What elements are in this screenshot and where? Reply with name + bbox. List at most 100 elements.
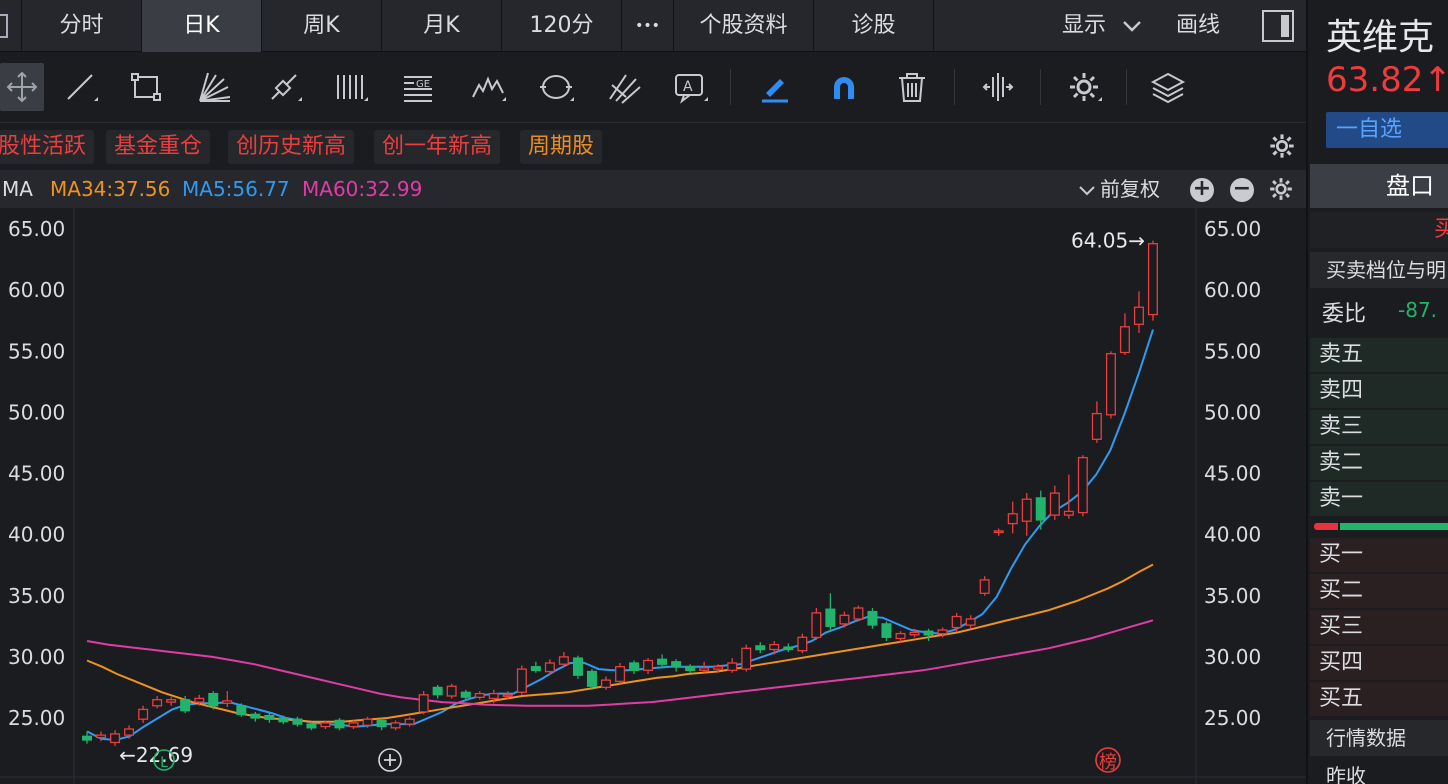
- tab-daily-k[interactable]: 日K: [142, 0, 262, 52]
- parallel-lines-icon[interactable]: [328, 63, 372, 111]
- indicator-settings-icon[interactable]: [1268, 176, 1294, 202]
- line-tool-icon[interactable]: [58, 63, 102, 111]
- buy-level-4[interactable]: 买四: [1310, 646, 1448, 680]
- sell-level-2[interactable]: 卖二: [1310, 446, 1448, 480]
- tab-120-minute[interactable]: 120分: [502, 0, 622, 52]
- candle: [586, 669, 597, 690]
- candle-body-up: [979, 579, 990, 594]
- tag-settings-icon[interactable]: [1268, 132, 1296, 160]
- y-tick-label-right: 55.00: [1204, 339, 1261, 363]
- candle-body-up: [348, 722, 359, 728]
- tab-stock-diagnosis[interactable]: 诊股: [814, 0, 934, 52]
- candle: [867, 607, 878, 629]
- candle: [1147, 240, 1158, 321]
- sell-level-5[interactable]: 卖五: [1310, 338, 1448, 372]
- trend-tool-icon[interactable]: [262, 63, 306, 111]
- candle-body-up: [1091, 412, 1102, 440]
- y-tick-label-left: 50.00: [8, 400, 65, 424]
- candle-body-up: [502, 694, 513, 697]
- buy-header: 买: [1310, 212, 1448, 248]
- candle-body-up: [446, 685, 457, 697]
- candle-body-up: [615, 666, 626, 683]
- display-dropdown[interactable]: 显示: [1062, 0, 1143, 52]
- y-tick-label-right: 30.00: [1204, 645, 1261, 669]
- gann-box-icon[interactable]: GE: [396, 63, 440, 111]
- candle-body-down: [671, 661, 682, 668]
- candle-body-down: [572, 657, 583, 676]
- settings-icon[interactable]: [1062, 63, 1106, 111]
- tag-all-time-high[interactable]: 创历史新高: [228, 130, 355, 164]
- candle-body-up: [951, 615, 962, 629]
- candle: [446, 683, 457, 699]
- tag-active-stock[interactable]: 股性活跃: [0, 130, 95, 164]
- candle-body-up: [895, 632, 906, 640]
- tab-stock-profile[interactable]: 个股资料: [674, 0, 814, 52]
- layout-toggle-icon[interactable]: [1262, 10, 1294, 42]
- candle-body-down: [236, 705, 247, 716]
- candle-body-up: [110, 733, 121, 744]
- draw-line-button[interactable]: 画线: [1176, 0, 1220, 52]
- candle-body-up: [727, 662, 738, 671]
- tag-cyclical[interactable]: 周期股: [520, 130, 603, 164]
- split-view-icon[interactable]: [976, 63, 1020, 111]
- tab-order-book[interactable]: 盘口: [1310, 164, 1448, 208]
- pitchfork-tool-icon[interactable]: [602, 63, 646, 111]
- stock-tag-row: 股性活跃 基金重仓 创历史新高 创一年新高 周期股: [0, 124, 1306, 170]
- candle-body-down: [250, 713, 261, 719]
- sell-level-4[interactable]: 卖四: [1310, 374, 1448, 408]
- highlighter-icon[interactable]: [752, 63, 796, 111]
- buy-level-2[interactable]: 买二: [1310, 574, 1448, 608]
- cycle-tool-icon[interactable]: [534, 63, 578, 111]
- y-tick-label-right: 50.00: [1204, 400, 1261, 424]
- candle: [236, 703, 247, 717]
- layers-icon[interactable]: [1146, 63, 1190, 111]
- chevron-down-icon: [1123, 21, 1141, 32]
- wave-tool-icon[interactable]: [466, 63, 510, 111]
- add-to-watchlist-button[interactable]: 一自选: [1326, 112, 1448, 148]
- candle-body-down: [292, 718, 303, 725]
- magnet-icon[interactable]: [822, 63, 866, 111]
- price-adjust-dropdown[interactable]: 前复权: [1078, 170, 1160, 208]
- trash-icon[interactable]: [890, 63, 934, 111]
- remove-indicator-icon[interactable]: −: [1230, 178, 1254, 202]
- y-tick-label-left: 30.00: [8, 645, 65, 669]
- kline-chart[interactable]: 65.00 60.00 55.00 50.00 45.00 40.00 35.00 30.00…: [0, 208, 1306, 784]
- candle-body-up: [138, 708, 149, 720]
- candle: [516, 665, 527, 695]
- market-data-section-title[interactable]: 行情数据: [1310, 720, 1448, 756]
- candle-body-down: [264, 714, 275, 720]
- buy-level-3[interactable]: 买三: [1310, 610, 1448, 644]
- tag-52-week-high[interactable]: 创一年新高: [374, 130, 501, 164]
- candle-body-up: [797, 636, 808, 652]
- chart-workspace: 分时 日K 周K 月K 120分 ••• 个股资料 诊股 显示 画线 GE A …: [0, 0, 1306, 784]
- candle-body-up: [124, 728, 135, 736]
- candle-body-up: [811, 612, 822, 639]
- candle-body-up: [558, 656, 569, 665]
- add-indicator-icon[interactable]: +: [1190, 178, 1214, 202]
- period-tab-bar: 分时 日K 周K 月K 120分 ••• 个股资料 诊股 显示 画线: [0, 0, 1306, 52]
- depth-section-title[interactable]: 买卖档位与明: [1310, 252, 1448, 288]
- l-marker-label: L: [160, 755, 168, 771]
- candle-body-up: [404, 718, 415, 725]
- move-cross-icon[interactable]: [0, 63, 44, 111]
- quote-side-panel: 英维克 63.82↑ 一自选 盘口 买 买卖档位与明 委比 -87. 卖五 卖四…: [1306, 0, 1448, 784]
- tab-weekly-k[interactable]: 周K: [262, 0, 382, 52]
- sell-level-3[interactable]: 卖三: [1310, 410, 1448, 444]
- y-tick-label-left: 25.00: [8, 706, 65, 730]
- sell-level-1[interactable]: 卖一: [1310, 482, 1448, 516]
- fan-tool-icon[interactable]: [192, 63, 236, 111]
- buy-level-5[interactable]: 买五: [1310, 682, 1448, 716]
- candle-body-up: [166, 699, 177, 703]
- y-tick-label-right: 35.00: [1204, 584, 1261, 608]
- candle-body-up: [390, 722, 401, 729]
- tab-intraday[interactable]: 分时: [22, 0, 142, 52]
- candle-body-up: [600, 679, 611, 689]
- buy-level-1[interactable]: 买一: [1310, 538, 1448, 572]
- candle-body-up: [516, 668, 527, 693]
- tab-more[interactable]: •••: [622, 0, 674, 52]
- text-annotation-icon[interactable]: A: [668, 63, 712, 111]
- collapse-panel-button[interactable]: [0, 0, 22, 52]
- rectangle-tool-icon[interactable]: [124, 63, 168, 111]
- tab-monthly-k[interactable]: 月K: [382, 0, 502, 52]
- tag-fund-heavy[interactable]: 基金重仓: [106, 130, 211, 164]
